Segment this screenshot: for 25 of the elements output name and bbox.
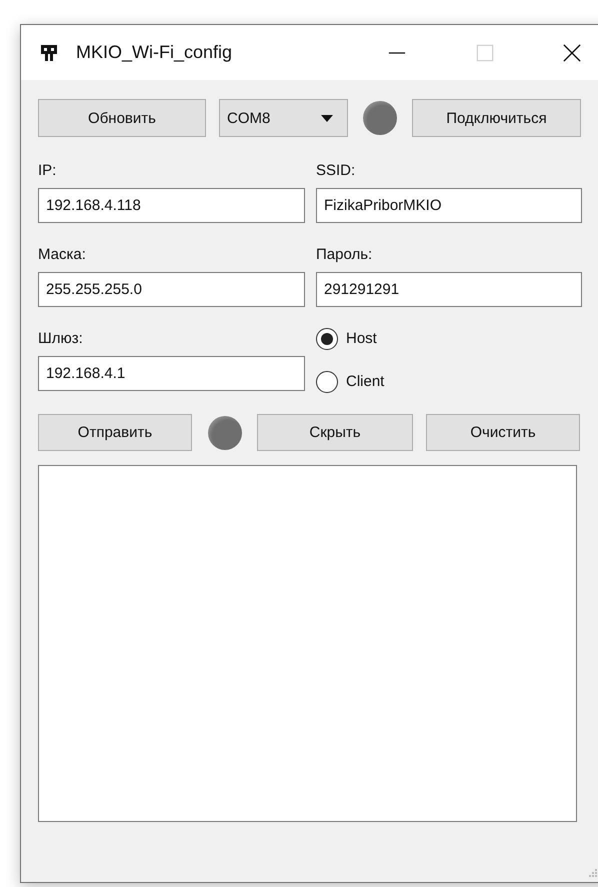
input-field[interactable]: 291291291: [316, 272, 582, 307]
radio-label[interactable]: Client: [346, 373, 384, 390]
input-field[interactable]: 255.255.255.0: [38, 272, 305, 307]
close-icon[interactable]: [563, 44, 581, 62]
radio-button[interactable]: [316, 370, 338, 392]
input-field[interactable]: 192.168.4.1: [38, 356, 305, 391]
field-label: Шлюз:: [38, 330, 83, 348]
connect-button[interactable]: Подключиться: [412, 99, 581, 137]
send-button[interactable]: Отправить: [38, 414, 192, 451]
refresh-button[interactable]: Обновить: [38, 99, 206, 137]
port-dropdown[interactable]: COM8: [219, 99, 348, 137]
radio-label[interactable]: Host: [346, 330, 377, 347]
field-label: IP:: [38, 162, 56, 180]
field-label: Пароль:: [316, 246, 372, 264]
clear-button[interactable]: Очистить: [426, 414, 580, 451]
resize-grip-icon[interactable]: [589, 869, 598, 878]
field-label: SSID:: [316, 162, 356, 180]
field-label: Маска:: [38, 246, 86, 264]
hide-button[interactable]: Скрыть: [257, 414, 413, 451]
input-field[interactable]: FizikaPriborMKIO: [316, 188, 582, 223]
input-field[interactable]: 192.168.4.118: [38, 188, 305, 223]
radio-button[interactable]: [316, 328, 338, 350]
app-icon: [40, 44, 58, 62]
caret-icon: [321, 114, 333, 122]
window-title: MKIO_Wi-Fi_config: [76, 42, 234, 63]
